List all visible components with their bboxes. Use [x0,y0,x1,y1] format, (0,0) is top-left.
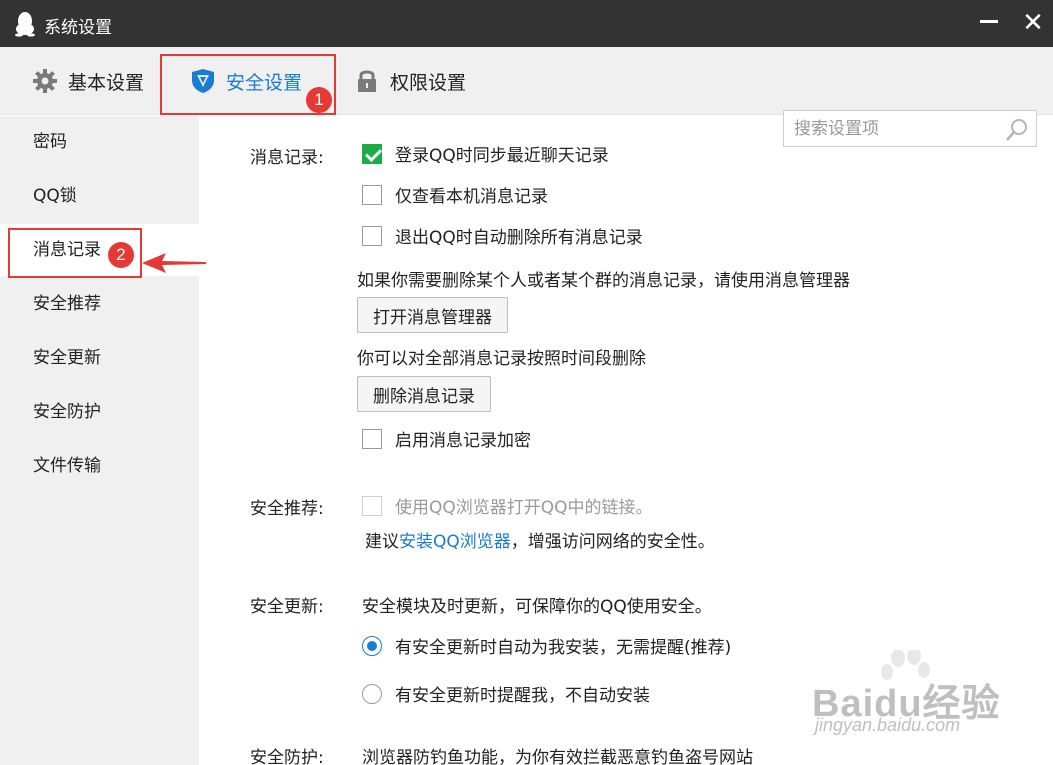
option-encrypt[interactable]: 启用消息记录加密 [362,426,531,451]
tab-label: 基本设置 [68,71,145,94]
checkbox-disabled [362,495,382,516]
section-label-security-recommend: 安全推荐: [250,499,324,519]
annotation-arrow-icon [142,253,206,273]
window-title: 系统设置 [44,18,112,38]
qq-penguin-icon [15,12,35,37]
option-label: 仅查看本机消息记录 [395,187,548,207]
tab-basic-settings[interactable]: 基本设置 [32,47,144,115]
suggestion-prefix: 建议 [365,532,399,552]
security-update-description: 安全模块及时更新，可保障你的QQ使用安全。 [362,597,712,617]
tab-bar: 基本设置 安全设置 权限设置 [0,47,1053,147]
suggestion-suffix: ，增强访问网络的安全性。 [510,532,715,552]
sidebar-item-security-recommend[interactable]: 安全推荐 [0,278,199,330]
option-delete-on-exit[interactable]: 退出QQ时自动删除所有消息记录 [362,223,643,248]
sidebar-item-qq-lock[interactable]: QQ锁 [0,170,199,222]
annotation-badge-1: 1 [306,87,332,113]
section-label-security-update: 安全更新: [250,597,324,617]
browser-suggestion-text: 建议安装QQ浏览器，增强访问网络的安全性。 [365,527,715,552]
tab-label: 权限设置 [390,71,467,94]
title-bar: 系统设置 ✕ [0,0,1053,47]
checkbox-checked[interactable] [362,143,382,164]
radio[interactable] [362,683,382,704]
option-use-qq-browser: 使用QQ浏览器打开QQ中的链接。 [362,493,653,518]
tab-permission-settings[interactable]: 权限设置 [354,47,466,115]
install-qq-browser-link[interactable]: 安装QQ浏览器 [399,532,511,552]
lock-icon [358,70,376,92]
option-notify-only[interactable]: 有安全更新时提醒我，不自动安装 [362,681,650,706]
section-label-security-protection: 安全防护: [250,748,324,765]
sidebar-item-password[interactable]: 密码 [0,116,199,168]
checkbox[interactable] [362,225,382,246]
manager-hint-text: 如果你需要删除某个人或者某个群的消息记录，请使用消息管理器 [357,271,850,291]
security-protection-description: 浏览器防钓鱼功能，为你有效拦截恶意钓鱼盗号网站 [362,748,753,765]
checkbox[interactable] [362,428,382,449]
radio-checked[interactable] [362,635,382,656]
watermark-url: jingyan.baidu.com [815,715,961,735]
close-icon[interactable]: ✕ [1018,8,1048,38]
option-label: 使用QQ浏览器打开QQ中的链接。 [395,498,653,518]
option-label: 退出QQ时自动删除所有消息记录 [395,228,643,248]
section-label-message-records: 消息记录: [250,148,324,168]
sidebar-item-security-protection[interactable]: 安全防护 [0,386,199,438]
checkbox[interactable] [362,184,382,205]
option-auto-install[interactable]: 有安全更新时自动为我安装，无需提醒(推荐) [362,633,731,658]
sidebar-item-security-update[interactable]: 安全更新 [0,332,199,384]
sidebar-item-file-transfer[interactable]: 文件传输 [0,440,199,492]
option-label: 有安全更新时自动为我安装，无需提醒(推荐) [395,638,732,658]
option-local-only[interactable]: 仅查看本机消息记录 [362,182,548,207]
sidebar: 密码 QQ锁 消息记录 安全推荐 安全更新 安全防护 文件传输 [0,116,199,765]
option-label: 有安全更新时提醒我，不自动安装 [395,686,650,706]
option-label: 登录QQ时同步最近聊天记录 [395,146,609,166]
annotation-badge-2: 2 [108,242,134,268]
gear-icon [33,69,57,93]
delete-hint-text: 你可以对全部消息记录按照时间段删除 [357,349,646,369]
delete-message-records-button[interactable]: 删除消息记录 [357,376,491,412]
open-message-manager-button[interactable]: 打开消息管理器 [357,297,508,333]
minimize-icon[interactable] [980,20,998,23]
option-label: 启用消息记录加密 [395,431,531,451]
option-sync-on-login[interactable]: 登录QQ时同步最近聊天记录 [362,141,609,166]
